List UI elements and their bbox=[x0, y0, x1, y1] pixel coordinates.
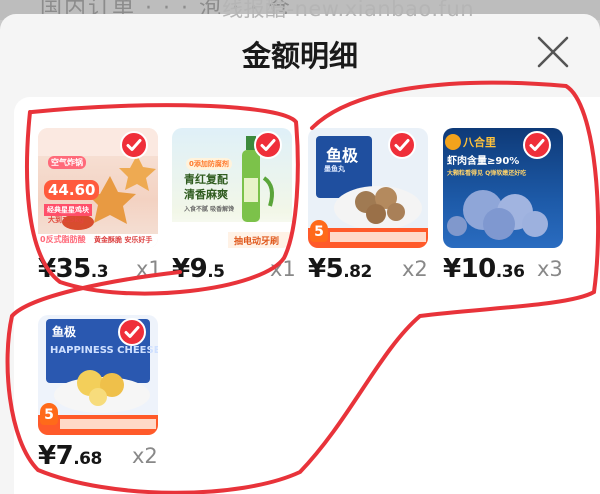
thumb-brand: 鱼极 bbox=[52, 325, 77, 339]
selected-check-icon[interactable] bbox=[254, 131, 282, 159]
price-decimal: .68 bbox=[73, 449, 102, 469]
order-item-5[interactable]: 鱼极 HAPPINESS CHEESE 5 ¥7.68 x2 bbox=[38, 315, 164, 471]
item-price: ¥5.82 bbox=[308, 254, 372, 284]
item-price: ¥9.5 bbox=[172, 254, 225, 284]
item-price: ¥7.68 bbox=[38, 441, 102, 471]
price-integer: ¥7 bbox=[38, 441, 74, 471]
coupon-badge: 5 bbox=[40, 403, 58, 425]
thumb-footer: 抽电动牙刷 bbox=[234, 237, 280, 247]
thumb-label: HAPPINESS CHEESE bbox=[50, 345, 158, 356]
thumb-label: 墨鱼丸 bbox=[324, 165, 345, 173]
thumb-footer: 0反式脂肪酸 bbox=[40, 235, 86, 244]
coupon-badge: 5 bbox=[310, 220, 328, 242]
price-decimal: .36 bbox=[495, 262, 525, 282]
thumb-brand: 八合里 bbox=[463, 136, 496, 149]
selected-check-icon[interactable] bbox=[523, 131, 551, 159]
selected-check-icon[interactable] bbox=[118, 318, 146, 346]
thumb-headline: 清香麻爽 bbox=[184, 188, 228, 201]
selected-check-icon[interactable] bbox=[120, 131, 148, 159]
thumb-badge: 空气炸锅 bbox=[48, 156, 86, 169]
price-integer: ¥35 bbox=[38, 254, 91, 284]
order-item-3[interactable]: 鱼极 墨鱼丸 5 ¥5.82 x2 bbox=[308, 128, 434, 284]
order-item-1[interactable]: 空气炸锅 44.60 经典星星鸡块 大到1.5kg 0反式脂肪酸 黄金酥脆 安乐… bbox=[38, 128, 164, 284]
thumb-label: 大到1.5kg bbox=[48, 216, 85, 224]
order-item-4[interactable]: 八合里 虾肉含量≥90% 大颗粒看得见 Q弹软嫩还好吃 ¥10.36 x3 bbox=[443, 128, 569, 284]
item-quantity: x3 bbox=[537, 257, 563, 281]
thumb-headline: 虾肉含量≥90% bbox=[447, 156, 520, 167]
thumb-badge: 0添加防腐剂 bbox=[186, 158, 232, 170]
watermark-text: 线报酷-new.xianbao.fun bbox=[222, 0, 475, 21]
close-icon[interactable] bbox=[535, 34, 571, 70]
item-price: ¥10.36 bbox=[443, 254, 525, 284]
thumb-footer: 黄金酥脆 安乐好手 bbox=[94, 236, 153, 244]
item-quantity: x2 bbox=[132, 444, 158, 468]
selected-check-icon[interactable] bbox=[388, 131, 416, 159]
price-decimal: .82 bbox=[343, 262, 372, 282]
dialog-title: 金额明细 bbox=[241, 39, 358, 73]
item-price: ¥35.3 bbox=[38, 254, 109, 284]
thumb-label: 入食不腻 吸香解馋 bbox=[184, 206, 235, 213]
price-decimal: .3 bbox=[90, 262, 109, 282]
thumb-price: 44.60 bbox=[44, 180, 100, 200]
price-decimal: .5 bbox=[207, 262, 225, 282]
thumb-brand: 鱼极 bbox=[326, 146, 359, 165]
price-integer: ¥5 bbox=[308, 254, 344, 284]
thumb-label: 大颗粒看得见 Q弹软嫩还好吃 bbox=[447, 170, 527, 177]
price-integer: ¥9 bbox=[172, 254, 208, 284]
thumb-headline: 青红复配 bbox=[184, 173, 228, 186]
item-quantity: x1 bbox=[270, 257, 296, 281]
price-integer: ¥10 bbox=[443, 254, 496, 284]
item-quantity: x1 bbox=[136, 257, 162, 281]
order-item-2[interactable]: 0添加防腐剂 青红复配 清香麻爽 入食不腻 吸香解馋 抽电动牙刷 ¥9.5 x1 bbox=[172, 128, 298, 284]
item-quantity: x2 bbox=[402, 257, 428, 281]
